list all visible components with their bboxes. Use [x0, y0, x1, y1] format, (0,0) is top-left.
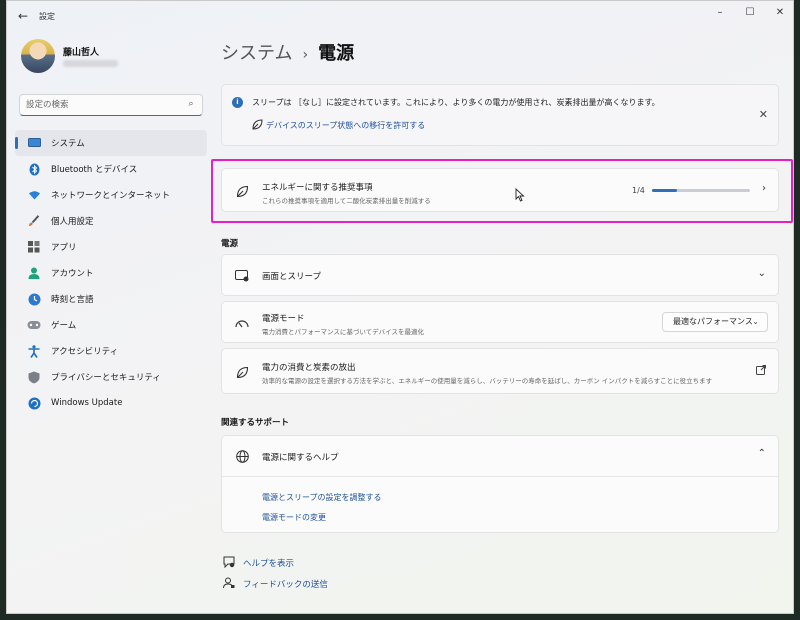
breadcrumb-separator: › [302, 47, 309, 63]
sidebar-item-label: アプリ [51, 243, 77, 253]
sidebar-nav: システム Bluetooth とデバイス ネットワークとインターネット 個人用設… [15, 130, 207, 416]
scrollbar[interactable] [787, 31, 793, 615]
sidebar-item-network[interactable]: ネットワークとインターネット [15, 182, 207, 208]
power-consumption-subtitle: 効率的な電源の設定を選択する方法を学ぶと、エネルギーの使用量を減らし、バッテリー… [262, 377, 713, 385]
chevron-right-icon: › [762, 183, 766, 194]
divider [222, 476, 778, 477]
sidebar-item-label: 時刻と言語 [51, 295, 94, 305]
sidebar-item-label: プライバシーとセキュリティ [51, 373, 161, 383]
breadcrumb: システム › 電源 [221, 39, 354, 65]
chevron-down-icon: ⌄ [757, 268, 766, 279]
chevron-down-icon: ⌄ [752, 317, 759, 326]
shield-icon [27, 370, 41, 384]
power-mode-value: 最適なパフォーマンス [673, 317, 753, 326]
support-section-label: 関連するサポート [221, 418, 290, 428]
gamepad-icon [27, 318, 41, 332]
wifi-icon [27, 188, 41, 202]
power-consumption-row[interactable]: 電力の消費と炭素の放出 効率的な電源の設定を選択する方法を学ぶと、エネルギーの使… [221, 348, 779, 394]
power-help-title[interactable]: 電源に関するヘルプ [262, 451, 339, 463]
user-name: 藤山哲人 [63, 48, 100, 58]
power-section-label: 電源 [221, 239, 239, 249]
leaf-icon [234, 183, 250, 199]
sidebar-item-label: システム [51, 139, 85, 149]
sidebar-item-accessibility[interactable]: アクセシビリティ [15, 338, 207, 364]
clock-globe-icon [27, 292, 41, 306]
allow-sleep-link[interactable]: デバイスのスリープ状態への移行を許可する [266, 120, 425, 131]
sidebar-item-bluetooth[interactable]: Bluetooth とデバイス [15, 156, 207, 182]
title-bar: ← 設定 – ☐ ✕ [7, 1, 793, 31]
help-link-adjust-sleep[interactable]: 電源とスリープの設定を調整する [262, 492, 382, 503]
screen-sleep-title: 画面とスリープ [262, 272, 321, 282]
avatar[interactable] [21, 39, 55, 73]
page-title: 電源 [318, 43, 355, 64]
update-icon [27, 396, 41, 410]
maximize-button[interactable]: ☐ [739, 5, 761, 21]
get-help-link[interactable]: ヘルプを表示 [243, 557, 294, 569]
leaf-icon [252, 119, 263, 133]
sidebar-item-time-language[interactable]: 時刻と言語 [15, 286, 207, 312]
sidebar-item-label: Windows Update [51, 398, 123, 408]
power-mode-subtitle: 電力消費とパフォーマンスに基づいてデバイスを最適化 [262, 328, 424, 336]
feedback-icon [223, 577, 235, 592]
help-icon [223, 556, 235, 571]
search-icon[interactable]: ⌕ [185, 99, 197, 111]
power-consumption-title: 電力の消費と炭素の放出 [262, 363, 356, 373]
progress-bar-fill [652, 189, 677, 192]
sidebar-item-label: ゲーム [51, 321, 77, 331]
recommendation-title: エネルギーに関する推奨事項 [262, 183, 373, 193]
power-mode-title: 電源モード [262, 314, 305, 324]
back-arrow-icon[interactable]: ← [15, 8, 31, 24]
help-link-power-mode[interactable]: 電源モードの変更 [262, 512, 326, 523]
chevron-up-icon[interactable]: ⌃ [758, 448, 766, 459]
apps-icon [27, 240, 41, 254]
sidebar-item-gaming[interactable]: ゲーム [15, 312, 207, 338]
power-mode-select[interactable]: 最適なパフォーマンス ⌄ [662, 312, 768, 332]
app-title: 設定 [39, 12, 55, 21]
sidebar-item-apps[interactable]: アプリ [15, 234, 207, 260]
screen-sleep-row[interactable]: 画面とスリープ ⌄ [221, 254, 779, 296]
sidebar-item-accounts[interactable]: アカウント [15, 260, 207, 286]
brush-icon [27, 214, 41, 228]
mouse-cursor-icon [515, 187, 525, 205]
sidebar-item-label: Bluetooth とデバイス [51, 165, 138, 175]
sidebar-item-system[interactable]: システム [15, 130, 207, 156]
sidebar-item-personalization[interactable]: 個人用設定 [15, 208, 207, 234]
progress-count: 1/4 [632, 186, 645, 195]
bluetooth-icon [27, 162, 41, 176]
sidebar-item-label: アカウント [51, 269, 94, 279]
sidebar-item-windows-update[interactable]: Windows Update [15, 390, 207, 416]
recommendation-subtitle: これらの推奨事項を適用して二酸化炭素排出量を削減する [262, 197, 431, 205]
close-icon[interactable]: ✕ [759, 108, 768, 121]
sidebar-item-label: ネットワークとインターネット [51, 191, 171, 201]
power-help-card: 電源に関するヘルプ ⌃ 電源とスリープの設定を調整する 電源モードの変更 [221, 435, 779, 533]
breadcrumb-parent[interactable]: システム [221, 43, 292, 64]
info-icon: i [232, 97, 243, 108]
sidebar-item-label: 個人用設定 [51, 217, 94, 227]
leaf-icon [234, 364, 250, 380]
search-box[interactable]: ⌕ [19, 94, 203, 116]
send-feedback-link[interactable]: フィードバックの送信 [243, 578, 328, 590]
external-link-icon [756, 365, 766, 378]
sidebar-item-privacy-security[interactable]: プライバシーとセキュリティ [15, 364, 207, 390]
person-icon [27, 266, 41, 280]
info-text: スリープは ［なし］に設定されています。これにより、より多くの電力が使用され、炭… [252, 98, 660, 107]
accessibility-icon [27, 344, 41, 358]
sleep-info-banner: i スリープは ［なし］に設定されています。これにより、より多くの電力が使用され… [221, 84, 779, 146]
settings-window: ← 設定 – ☐ ✕ 藤山哲人 ⌕ システム Bluetooth とデバイス [6, 0, 794, 614]
minimize-button[interactable]: – [709, 5, 731, 21]
monitor-icon [27, 136, 41, 150]
energy-recommendations-card[interactable]: エネルギーに関する推奨事項 これらの推奨事項を適用して二酸化炭素排出量を削減する… [221, 168, 779, 212]
screen-sleep-icon [234, 268, 250, 284]
progress-bar [652, 189, 750, 192]
sidebar-item-label: アクセシビリティ [51, 347, 119, 357]
gauge-icon [234, 315, 250, 331]
search-input[interactable] [26, 98, 176, 112]
user-email-blurred [63, 60, 118, 67]
globe-icon [234, 448, 250, 464]
power-mode-row: 電源モード 電力消費とパフォーマンスに基づいてデバイスを最適化 最適なパフォーマ… [221, 301, 779, 343]
close-window-button[interactable]: ✕ [769, 5, 791, 21]
